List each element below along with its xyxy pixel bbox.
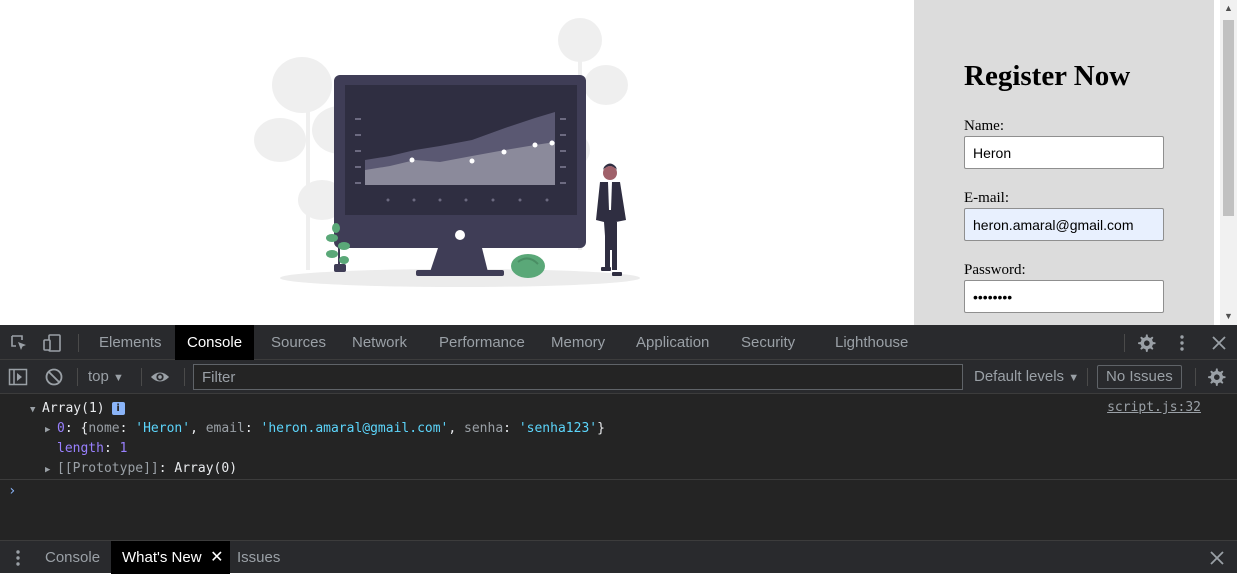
password-field[interactable] (964, 280, 1164, 313)
clear-console-icon[interactable] (44, 367, 64, 387)
expanded-triangle-icon[interactable]: ▼ (30, 400, 42, 420)
eye-icon[interactable] (150, 367, 170, 387)
array-log-header[interactable]: ▼ Array(1) i (30, 399, 125, 419)
scroll-down-arrow-icon[interactable]: ▼ (1220, 308, 1237, 325)
length-key: length (57, 441, 104, 456)
levels-label: Default levels (974, 368, 1065, 385)
page-scrollbar[interactable]: ▲ ▼ (1220, 0, 1237, 325)
collapsed-triangle-icon[interactable]: ▶ (45, 460, 57, 480)
issues-button[interactable]: No Issues (1097, 365, 1182, 389)
analytics-illustration (254, 18, 640, 287)
drawer-tab-whats-new-label: What's New (122, 549, 202, 566)
close-drawer-icon[interactable] (1207, 548, 1227, 568)
value-senha: 'senha123' (518, 421, 598, 436)
password-label: Password: (964, 262, 1026, 278)
tab-console[interactable]: Console (175, 325, 255, 360)
collapsed-triangle-icon[interactable]: ▶ (45, 420, 57, 440)
info-icon[interactable]: i (111, 402, 125, 415)
scroll-up-arrow-icon[interactable]: ▲ (1220, 0, 1237, 17)
value-nome: 'Heron' (135, 421, 191, 436)
tab-network[interactable]: Network (340, 325, 419, 360)
context-label: top (88, 368, 109, 385)
array-summary: Array(1) (42, 401, 105, 416)
gear-icon[interactable] (1136, 333, 1156, 353)
toolbar-divider (77, 368, 78, 386)
tab-lighthouse[interactable]: Lighthouse (823, 325, 920, 360)
drawer-tabbar: Console What's New ✕ Issues (0, 540, 1237, 574)
length-value: 1 (119, 441, 128, 456)
context-selector[interactable]: top ▼ (88, 360, 124, 394)
drawer-tab-console[interactable]: Console (34, 541, 111, 574)
devtools-panel: Elements Console Sources Network Perform… (0, 325, 1237, 574)
toolbar-divider (141, 368, 142, 386)
key-nome: nome (88, 421, 120, 436)
dropdown-arrow-icon: ▼ (1068, 372, 1080, 384)
scroll-thumb[interactable] (1223, 20, 1234, 216)
key-email: email (205, 421, 245, 436)
filter-input[interactable] (193, 364, 963, 390)
value-email: 'heron.amaral@gmail.com' (260, 421, 449, 436)
key-senha: senha (464, 421, 504, 436)
prototype-value: Array(0) (174, 461, 238, 476)
register-panel: Register Now Name: E-mail: Password: (914, 0, 1214, 325)
array-item-0[interactable]: ▶ 0: {nome: 'Heron', email: 'heron.amaral… (45, 419, 605, 439)
toolbar-divider (1195, 368, 1196, 386)
console-entry-divider (0, 479, 1237, 480)
devtools-tabbar: Elements Console Sources Network Perform… (0, 325, 1237, 360)
kebab-menu-icon[interactable] (1172, 333, 1192, 353)
email-field[interactable] (964, 208, 1164, 241)
tab-memory[interactable]: Memory (539, 325, 617, 360)
console-toolbar: top ▼ Default levels ▼ No Issues (0, 360, 1237, 394)
item-index: 0 (57, 421, 65, 436)
page-viewport: Register Now Name: E-mail: Password: ▲ ▼ (0, 0, 1237, 325)
array-length: length: 1 (57, 441, 128, 456)
toolbar-divider (1087, 368, 1088, 386)
tab-performance[interactable]: Performance (427, 325, 537, 360)
tab-security[interactable]: Security (729, 325, 807, 360)
name-field[interactable] (964, 136, 1164, 169)
toolbar-divider (1124, 334, 1125, 352)
device-toolbar-icon[interactable] (42, 333, 62, 353)
drawer-tab-issues[interactable]: Issues (226, 541, 291, 574)
tab-sources[interactable]: Sources (259, 325, 338, 360)
source-link[interactable]: script.js:32 (1107, 400, 1201, 415)
toolbar-divider (184, 368, 185, 386)
dropdown-arrow-icon: ▼ (113, 372, 124, 384)
prototype-key: [[Prototype]] (57, 461, 159, 476)
name-label: Name: (964, 118, 1004, 134)
inspect-element-icon[interactable] (9, 333, 29, 353)
console-output: ▼ Array(1) i script.js:32 ▶ 0: {nome: 'Hero… (0, 394, 1237, 540)
console-settings-gear-icon[interactable] (1206, 367, 1226, 387)
close-tab-icon[interactable]: ✕ (210, 541, 223, 574)
tab-application[interactable]: Application (624, 325, 721, 360)
register-title: Register Now (964, 60, 1131, 92)
toolbar-divider (78, 334, 79, 352)
drawer-menu-icon[interactable] (8, 548, 28, 568)
array-prototype[interactable]: ▶ [[Prototype]]: Array(0) (45, 459, 237, 479)
drawer-tab-whats-new[interactable]: What's New ✕ (111, 541, 230, 574)
show-sidebar-icon[interactable] (8, 367, 28, 387)
tab-elements[interactable]: Elements (87, 325, 174, 360)
close-icon[interactable] (1209, 333, 1229, 353)
console-prompt[interactable]: › (8, 483, 16, 499)
log-levels-dropdown[interactable]: Default levels ▼ (974, 360, 1079, 394)
email-label: E-mail: (964, 190, 1009, 206)
